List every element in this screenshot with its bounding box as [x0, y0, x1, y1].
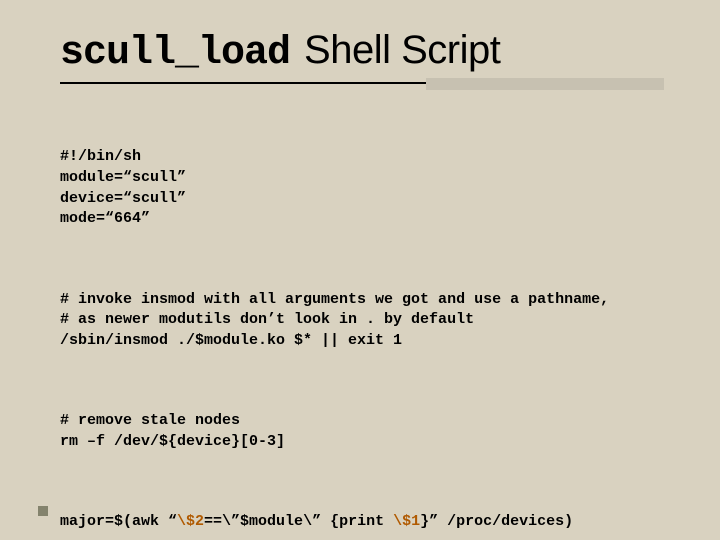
code-line: # invoke insmod with all arguments we go…: [60, 291, 609, 308]
slide: scull_load Shell Script #!/bin/sh module…: [0, 0, 720, 540]
code-paragraph-3: # remove stale nodes rm –f /dev/${device…: [60, 411, 660, 452]
code-line: #!/bin/sh: [60, 148, 141, 165]
code-line: device=“scull”: [60, 190, 186, 207]
square-bullet-icon: [38, 506, 48, 516]
code-highlight: \$1: [393, 513, 420, 530]
code-line: rm –f /dev/${device}[0-3]: [60, 433, 285, 450]
code-line: module=“scull”: [60, 169, 186, 186]
code-highlight: \$2: [177, 513, 204, 530]
code-paragraph-1: #!/bin/sh module=“scull” device=“scull” …: [60, 147, 660, 230]
code-line: mode=“664”: [60, 210, 150, 227]
title-code-part: scull_load: [60, 31, 290, 76]
code-line: # remove stale nodes: [60, 412, 240, 429]
slide-title: scull_load Shell Script: [60, 28, 660, 84]
code-line: ==\”$module\” {print: [204, 513, 393, 530]
accent-bar: [426, 78, 664, 90]
code-line: # as newer modutils don’t look in . by d…: [60, 311, 474, 328]
title-text-part: Shell Script: [304, 28, 500, 73]
code-block: #!/bin/sh module=“scull” device=“scull” …: [60, 106, 660, 540]
code-line: /sbin/insmod ./$module.ko $* || exit 1: [60, 332, 402, 349]
code-line: major=$(awk “: [60, 513, 177, 530]
code-line: }” /proc/devices): [420, 513, 573, 530]
code-paragraph-2: # invoke insmod with all arguments we go…: [60, 290, 660, 352]
code-paragraph-4: major=$(awk “\$2==\”$module\” {print \$1…: [60, 512, 660, 533]
